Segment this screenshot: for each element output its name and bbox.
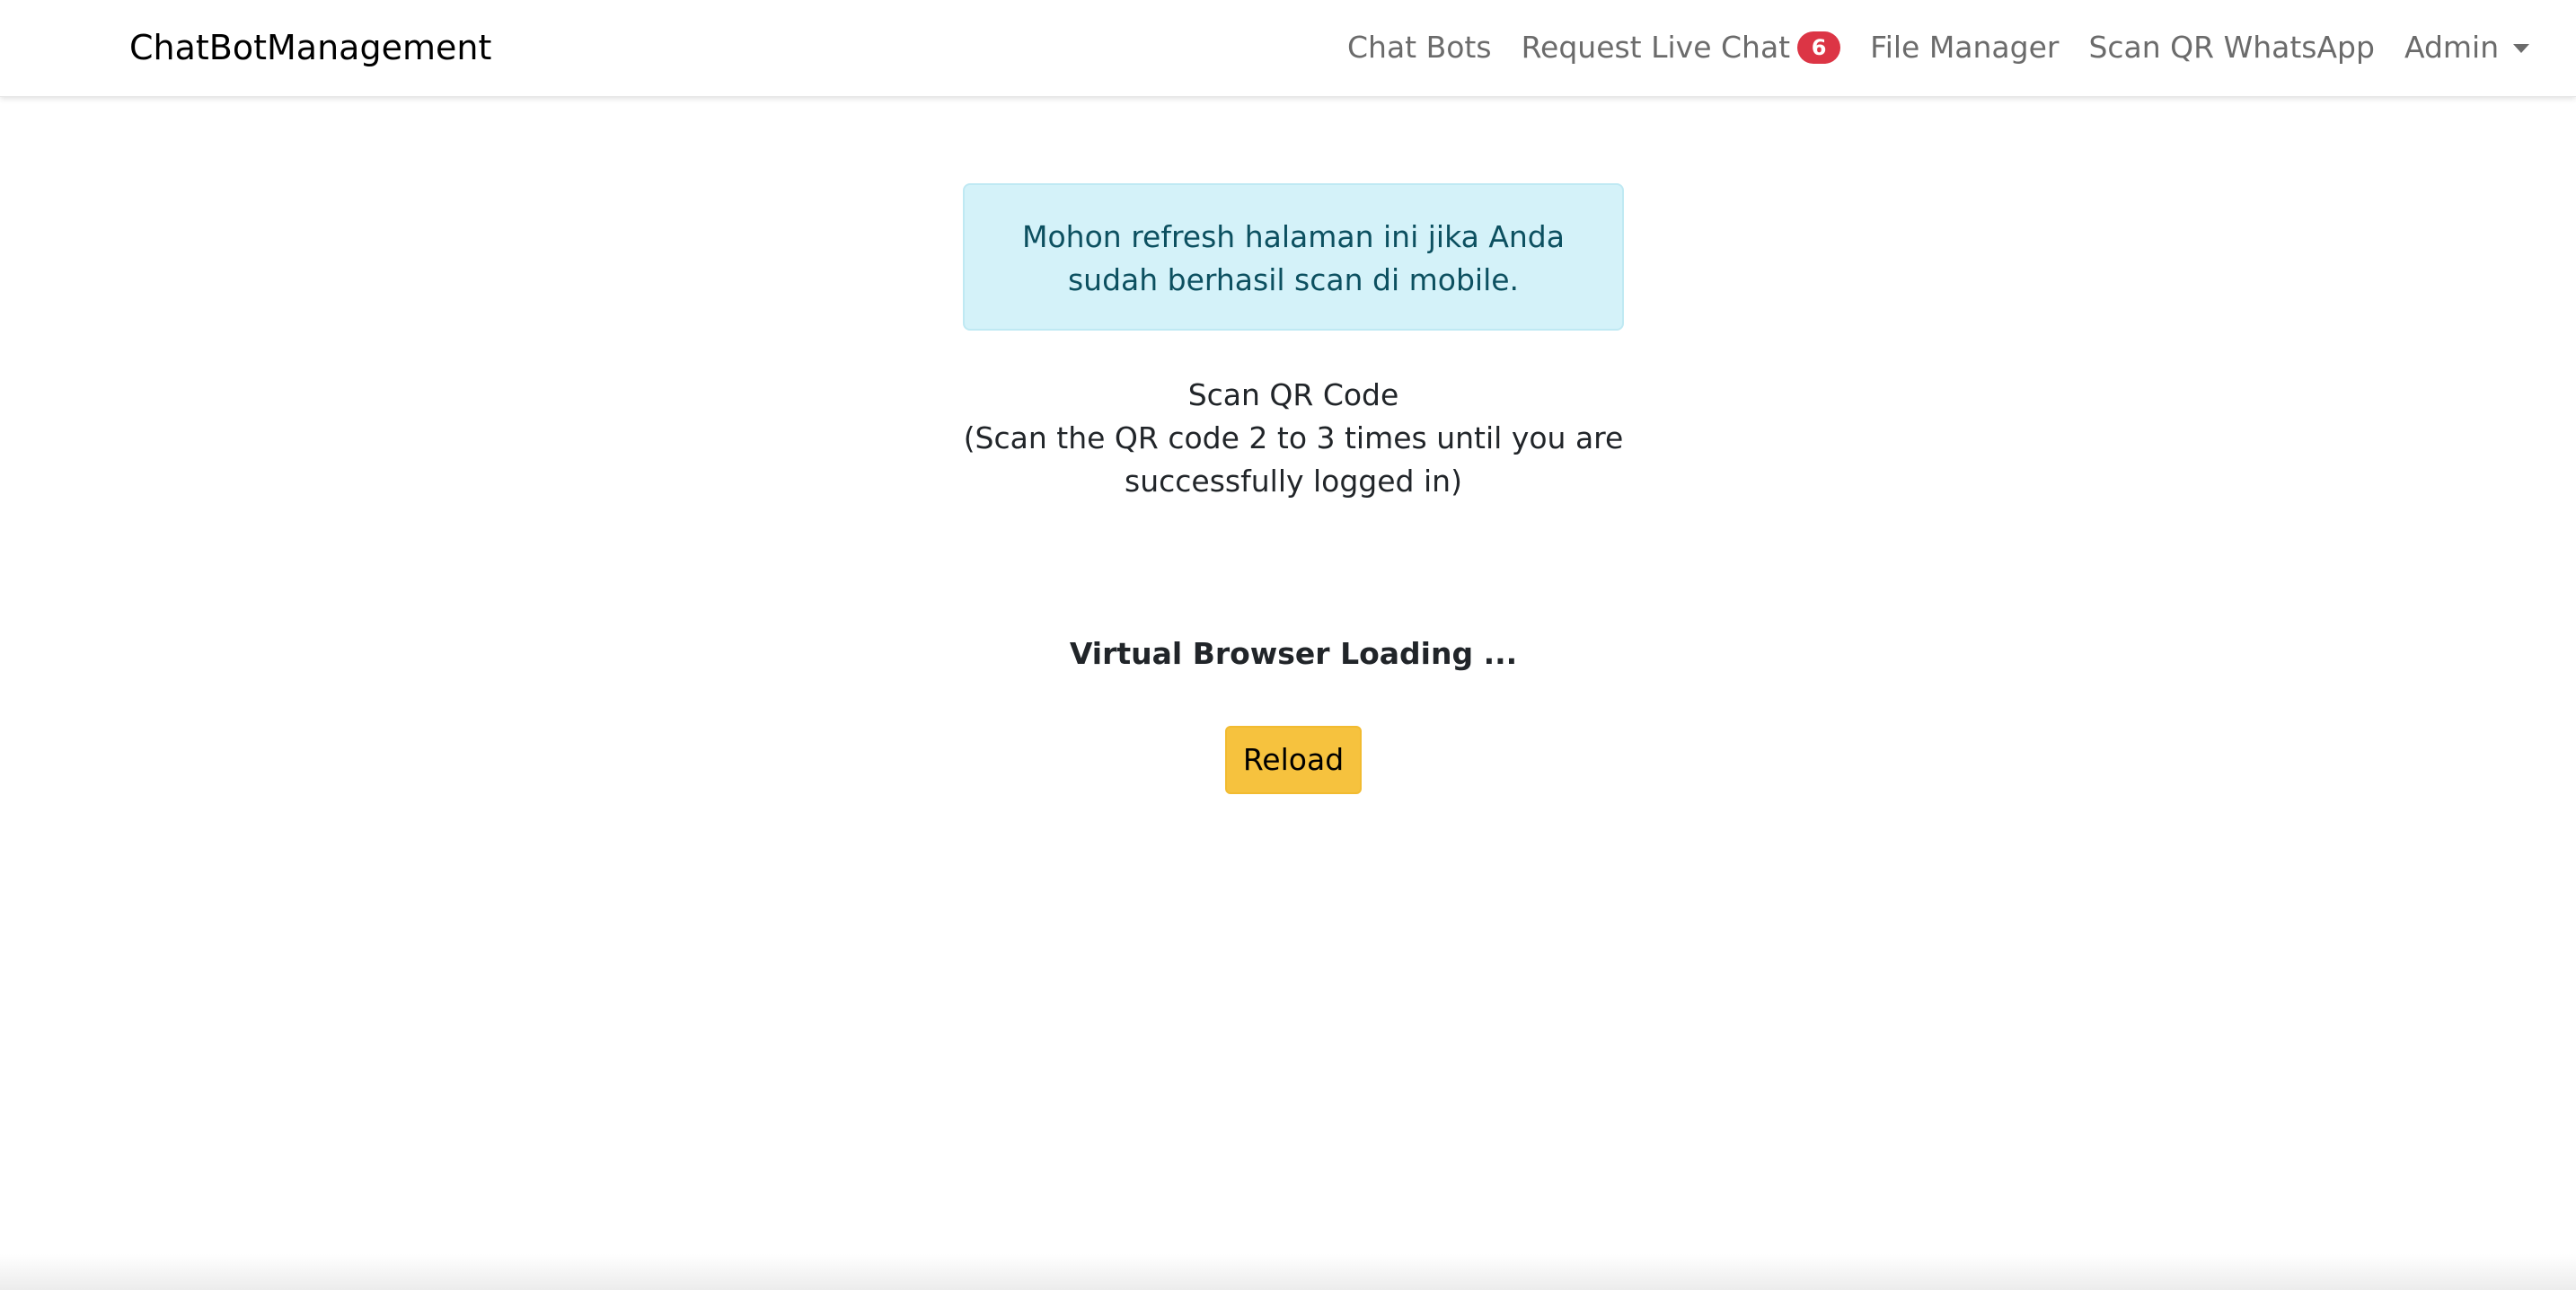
live-chat-count-badge: 6 [1797,31,1841,64]
nav-link-label: Request Live Chat [1521,30,1791,65]
reload-button[interactable]: Reload [1225,726,1362,794]
bottom-shadow [0,1254,2576,1290]
nav-link-scan-qr-whatsapp[interactable]: Scan QR WhatsApp [2088,25,2374,70]
nav-link-file-manager[interactable]: File Manager [1870,25,2059,70]
nav-link-label: Admin [2404,30,2500,65]
scan-qr-section: Scan QR Code (Scan the QR code 2 to 3 ti… [929,374,1658,503]
alert-text: Mohon refresh halaman ini jika Anda suda… [1022,219,1565,297]
scan-instruction: (Scan the QR code 2 to 3 times until you… [963,420,1624,499]
brand-logo[interactable]: ChatBotManagement [129,25,491,70]
admin-dropdown[interactable]: Admin [2404,25,2530,70]
nav-link-chat-bots[interactable]: Chat Bots [1347,25,1492,70]
nav-link-label: Chat Bots [1347,30,1492,65]
loading-status: Virtual Browser Loading ... [1069,636,1518,671]
scan-title: Scan QR Code [1187,377,1399,412]
chevron-down-icon [2513,44,2530,53]
nav-link-label: Scan QR WhatsApp [2088,30,2375,65]
nav-link-label: File Manager [1870,30,2060,65]
info-alert: Mohon refresh halaman ini jika Anda suda… [963,183,1624,331]
nav-link-request-live-chat[interactable]: Request Live Chat 6 [1522,25,1841,70]
nav-links: Chat Bots Request Live Chat 6 File Manag… [1347,25,2530,70]
top-navbar: ChatBotManagement Chat Bots Request Live… [0,0,2576,97]
